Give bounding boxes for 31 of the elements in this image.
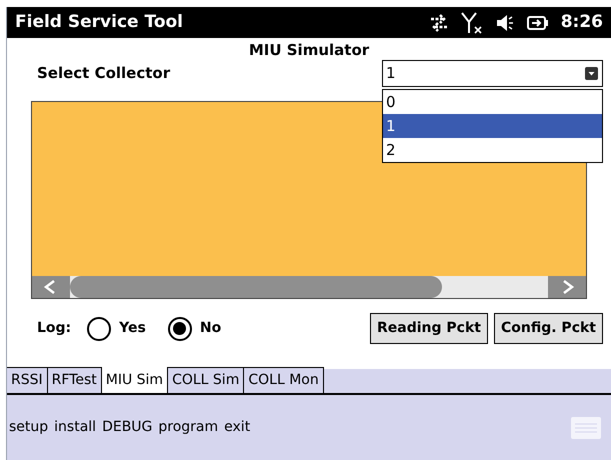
menu-item[interactable]: exit [224,417,250,438]
clock-time: 8:26 [560,10,603,34]
signal-off-icon [460,12,483,34]
horizontal-scrollbar[interactable] [32,276,586,298]
tab[interactable]: RSSI [7,367,48,393]
radio-button[interactable] [87,316,112,340]
collector-dropdown[interactable]: 1 [382,60,603,86]
log-label: Log: [37,319,72,338]
menu-item[interactable]: program [158,417,218,438]
tab[interactable]: RFTest [48,367,102,393]
tab[interactable]: COLL Sim [168,367,244,393]
sync-arrows-icon [428,14,449,32]
tab[interactable]: MIU Sim [102,367,168,393]
scroll-right-icon[interactable] [548,276,586,298]
window-title: Field Service Tool [15,10,183,34]
log-radio-option[interactable]: Yes [87,316,146,340]
radio-button[interactable] [168,316,192,340]
menu-item[interactable]: DEBUG [102,417,152,438]
packet-button[interactable]: Config. Pckt [494,313,603,344]
tab[interactable]: COLL Mon [244,367,324,393]
log-radio-option[interactable]: No [168,316,222,340]
dropdown-option[interactable]: 1 [383,114,602,138]
scrollbar-thumb[interactable] [70,276,442,298]
menu-item[interactable]: install [54,417,96,438]
packet-button[interactable]: Reading Pckt [370,313,488,344]
menu-item[interactable]: setup [9,417,48,438]
battery-icon [526,14,549,30]
speaker-muted-icon [494,14,515,32]
scroll-left-icon[interactable] [32,276,70,298]
select-collector-label: Select Collector [37,62,170,84]
page-heading: MIU Simulator [248,41,370,59]
